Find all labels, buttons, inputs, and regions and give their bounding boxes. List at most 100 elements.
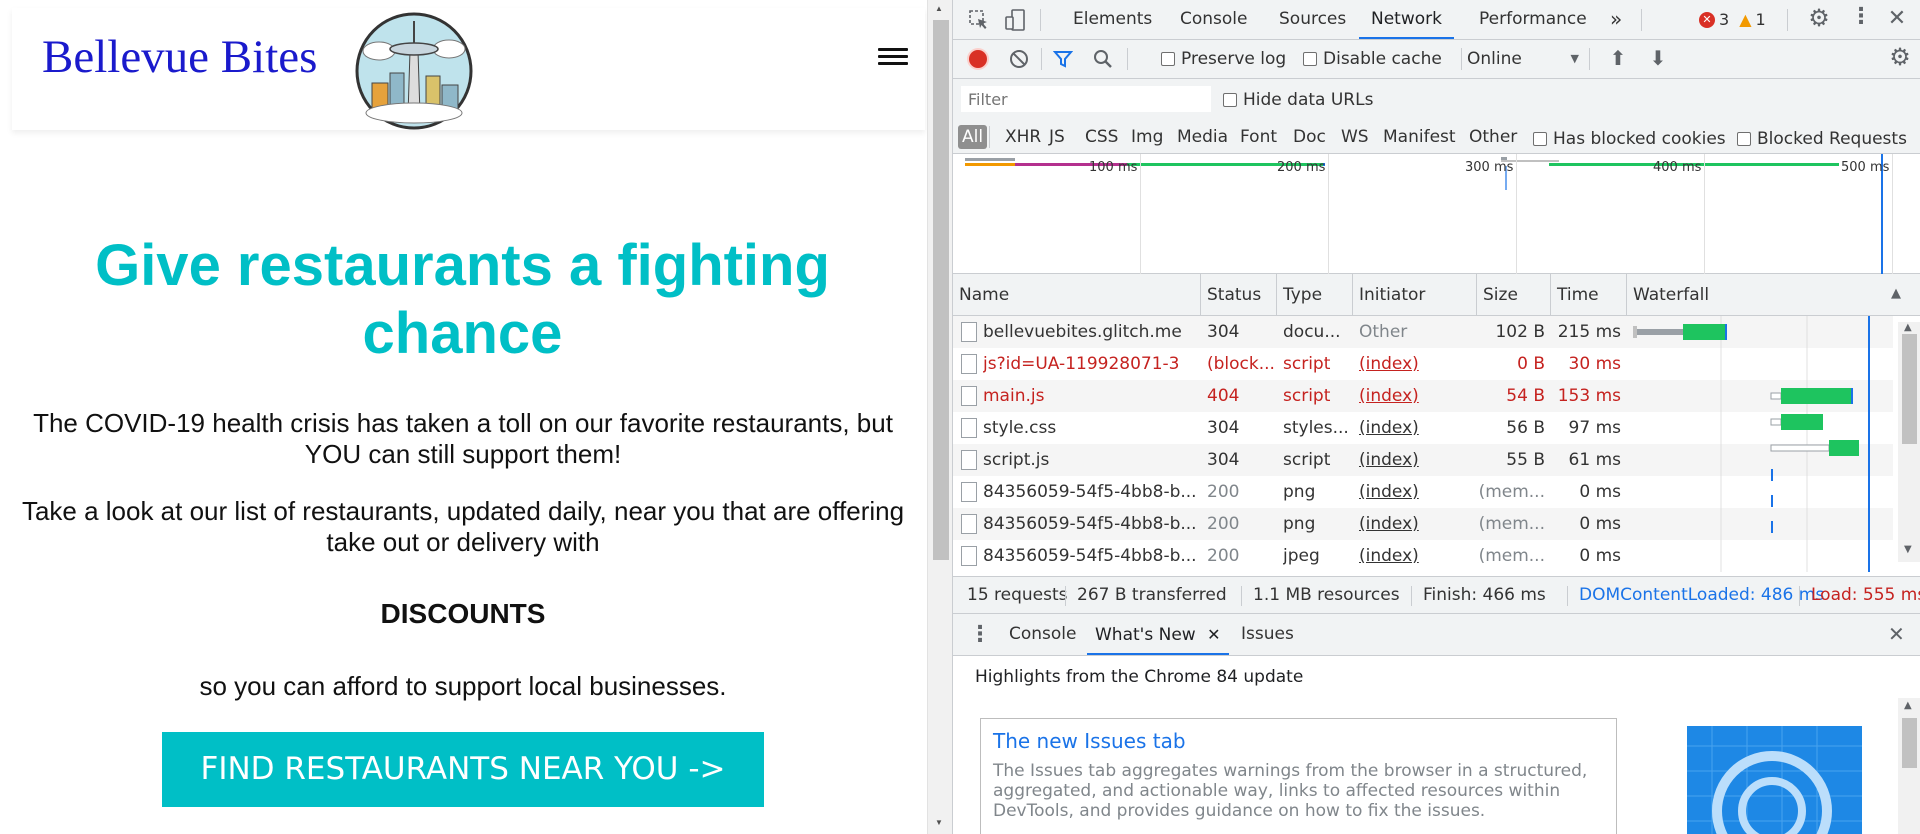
type-filter-xhr[interactable]: XHR [1001, 125, 1045, 149]
tab-console[interactable]: Console [1180, 0, 1248, 39]
scroll-down-arrow-icon[interactable]: ▼ [935, 818, 943, 827]
whats-new-card[interactable]: The new Issues tab The Issues tab aggreg… [980, 718, 1617, 834]
cell-type: script [1283, 354, 1331, 374]
settings-gear-icon[interactable]: ⚙ [1806, 4, 1832, 32]
table-row[interactable]: 84356059-54f5-4bb8-b... 200 jpeg (index) (me… [953, 540, 1893, 572]
cell-status: 304 [1207, 450, 1240, 470]
table-row[interactable]: js?id=UA-119928071-3 (block... script (inde… [953, 348, 1893, 380]
import-har-icon[interactable]: ⬆ [1609, 46, 1627, 70]
type-filter-js[interactable]: JS [1045, 125, 1069, 149]
cell-initiator[interactable]: (index) [1359, 540, 1475, 572]
table-row[interactable]: bellevuebites.glitch.me 304 docu... Other 10… [953, 316, 1893, 348]
table-row[interactable]: 84356059-54f5-4bb8-b... 200 png (index) (mem… [953, 476, 1893, 508]
preserve-log-label: Preserve log [1181, 49, 1287, 69]
hamburger-menu-icon[interactable] [878, 45, 908, 73]
cell-size: (mem... [1478, 514, 1545, 534]
type-filter-manifest[interactable]: Manifest [1379, 125, 1460, 149]
cell-name: main.js [983, 386, 1045, 406]
network-settings-gear-icon[interactable]: ⚙ [1887, 43, 1913, 71]
cell-status: 404 [1207, 386, 1240, 406]
requests-table: Name Status Type Initiator Size Time Wat… [953, 274, 1920, 572]
more-tabs-chevron-icon[interactable]: » [1610, 0, 1622, 39]
type-filter-ws[interactable]: WS [1337, 125, 1373, 149]
tab-performance[interactable]: Performance [1479, 0, 1587, 39]
drawer-tab-console[interactable]: Console [1009, 614, 1077, 655]
card-description: The Issues tab aggregates warnings from … [993, 761, 1588, 821]
tab-elements[interactable]: Elements [1073, 0, 1152, 39]
close-devtools-icon[interactable]: ✕ [1887, 6, 1907, 31]
network-summary-bar: 15 requests 267 B transferred 1.1 MB res… [953, 576, 1920, 614]
table-row[interactable]: main.js 404 script (index) 54 B 153 ms [953, 380, 1893, 412]
close-drawer-icon[interactable]: ✕ [1888, 622, 1905, 646]
filter-bar: Hide data URLs [953, 79, 1920, 119]
tab-sources[interactable]: Sources [1279, 0, 1346, 39]
cell-initiator[interactable]: (index) [1359, 348, 1475, 380]
sort-ascending-icon[interactable]: ▲ [1891, 286, 1901, 301]
type-filter-font[interactable]: Font [1236, 125, 1281, 149]
kebab-menu-icon[interactable]: ⋮ [1850, 4, 1872, 29]
table-scrollbar[interactable]: ▲ ▼ [1898, 322, 1920, 562]
export-har-icon[interactable]: ⬇ [1649, 46, 1667, 70]
disable-cache-checkbox[interactable]: Disable cache [1303, 49, 1442, 69]
cell-initiator[interactable]: (index) [1359, 444, 1475, 476]
scroll-down-arrow-icon[interactable]: ▼ [1904, 544, 1912, 555]
table-row[interactable]: script.js 304 script (index) 55 B 61 ms [953, 444, 1893, 476]
inspect-element-icon[interactable] [969, 10, 989, 30]
column-size[interactable]: Size [1477, 274, 1551, 316]
type-filter-doc[interactable]: Doc [1289, 125, 1330, 149]
throttling-select[interactable]: Online ▼ [1467, 40, 1585, 78]
support-paragraph: so you can afford to support local busin… [199, 671, 727, 701]
issues-counter[interactable]: ✕ 3 ▲ 1 [1699, 10, 1766, 29]
column-name[interactable]: Name [953, 274, 1201, 316]
type-filter-css[interactable]: CSS [1081, 125, 1122, 149]
table-row[interactable]: 84356059-54f5-4bb8-b... 200 png (index) (mem… [953, 508, 1893, 540]
record-icon[interactable] [969, 50, 987, 68]
scroll-up-arrow-icon[interactable]: ▲ [935, 4, 943, 13]
drawer-scrollbar[interactable]: ▲ [1898, 698, 1920, 834]
column-initiator[interactable]: Initiator [1353, 274, 1477, 316]
scroll-up-arrow-icon[interactable]: ▲ [1904, 700, 1912, 711]
has-blocked-cookies-label: Has blocked cookies [1553, 129, 1726, 149]
summary-transferred: 267 B transferred [1077, 585, 1227, 605]
filter-funnel-icon[interactable] [1053, 49, 1073, 69]
drawer-menu-icon[interactable]: ⋮ [969, 622, 991, 647]
column-time[interactable]: Time [1551, 274, 1627, 316]
cell-initiator[interactable]: (index) [1359, 412, 1475, 444]
page-scrollbar[interactable]: ▲ ▼ [927, 0, 952, 834]
card-title-link[interactable]: The new Issues tab [993, 729, 1186, 753]
type-filter-all[interactable]: All [958, 125, 988, 149]
column-type[interactable]: Type [1277, 274, 1353, 316]
page-scrollbar-thumb[interactable] [933, 20, 949, 560]
blocked-requests-checkbox[interactable]: Blocked Requests [1737, 129, 1907, 149]
cell-name: 84356059-54f5-4bb8-b... [983, 546, 1197, 566]
filter-input[interactable] [961, 86, 1211, 112]
scroll-up-arrow-icon[interactable]: ▲ [1904, 322, 1912, 333]
cell-name: 84356059-54f5-4bb8-b... [983, 482, 1197, 502]
preserve-log-checkbox[interactable]: Preserve log [1161, 49, 1286, 69]
hide-data-urls-checkbox[interactable]: Hide data URLs [1223, 90, 1373, 110]
search-icon[interactable] [1093, 49, 1113, 69]
clear-icon[interactable] [1009, 49, 1029, 69]
type-filter-media[interactable]: Media [1173, 125, 1232, 149]
cell-initiator[interactable]: (index) [1359, 476, 1475, 508]
table-row[interactable]: style.css 304 styles... (index) 56 B 97 ms [953, 412, 1893, 444]
find-restaurants-button[interactable]: FIND RESTAURANTS NEAR YOU -> [162, 732, 764, 807]
close-tab-icon[interactable]: ✕ [1207, 625, 1220, 644]
table-scrollbar-thumb[interactable] [1902, 334, 1917, 444]
column-waterfall[interactable]: Waterfall [1627, 274, 1920, 316]
device-toolbar-icon[interactable] [1005, 9, 1025, 31]
drawer-scrollbar-thumb[interactable] [1902, 718, 1917, 768]
brand-title[interactable]: Bellevue Bites [42, 30, 317, 84]
drawer-tab-issues[interactable]: Issues [1241, 614, 1294, 655]
discounts-heading: DISCOUNTS [380, 598, 546, 629]
cell-status: 304 [1207, 322, 1240, 342]
cell-initiator[interactable]: (index) [1359, 380, 1475, 412]
drawer-tab-whats-new[interactable]: What's New ✕ [1087, 614, 1229, 655]
type-filter-other[interactable]: Other [1465, 125, 1521, 149]
type-filter-img[interactable]: Img [1127, 125, 1167, 149]
highlights-heading: Highlights from the Chrome 84 update [975, 667, 1304, 687]
has-blocked-cookies-checkbox[interactable]: Has blocked cookies [1533, 129, 1726, 149]
tab-network[interactable]: Network [1359, 0, 1454, 39]
cell-initiator[interactable]: (index) [1359, 508, 1475, 540]
column-status[interactable]: Status [1201, 274, 1277, 316]
